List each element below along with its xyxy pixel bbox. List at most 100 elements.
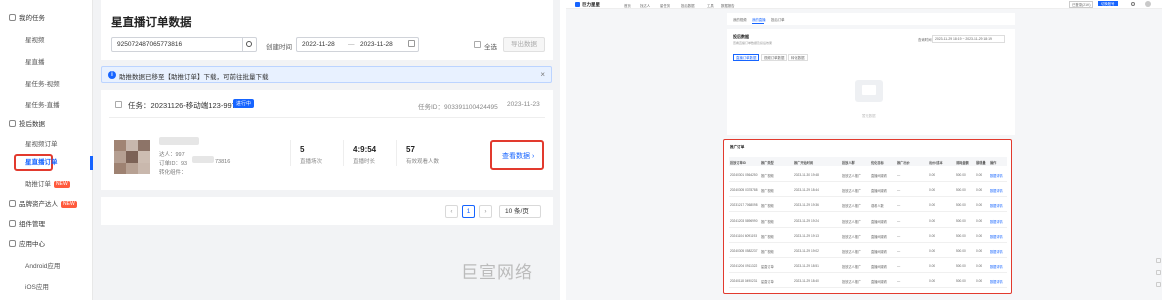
sidebar: 我的任务 星视频 星直播 星任务-视频 星任务-直播 投后数据 星视频订单 星直…: [0, 0, 93, 300]
date-filter-label: 创建时间: [266, 44, 292, 51]
table-cell: 0.00: [929, 218, 936, 223]
table-cell: 星直订单: [761, 265, 774, 270]
order-id-blurred: [192, 156, 214, 163]
select-all-checkbox[interactable]: [474, 41, 481, 48]
stat-label: 直播场次: [300, 159, 323, 165]
date-range-picker[interactable]: 2022-11-28 — 2023-11-28: [296, 37, 419, 52]
asset-icon: [9, 200, 16, 207]
switch-account-button[interactable]: 切换账号: [1098, 1, 1118, 6]
brand-name: 巨力星星: [582, 2, 600, 7]
table-cell: 0.00: [976, 188, 983, 193]
account-status[interactable]: 已登录(21K): [1069, 1, 1094, 8]
sidebar-group-brand-asset[interactable]: 品牌资产达人 NEW: [0, 197, 93, 213]
task-divider: [109, 117, 545, 118]
row-detail-link[interactable]: 数据详情: [990, 249, 1003, 254]
table-cell: 投放达人推广: [842, 174, 862, 178]
sidebar-item-video-orders[interactable]: 星视频订单: [0, 137, 93, 153]
avatar[interactable]: [1145, 1, 1151, 7]
close-icon[interactable]: ×: [540, 70, 545, 79]
row-detail-link[interactable]: 数据详情: [990, 203, 1003, 208]
view-data-button[interactable]: 查看数据 ›: [490, 140, 544, 170]
tab-my-video[interactable]: 我的视频: [733, 17, 747, 22]
row-detail-link[interactable]: 数据详情: [990, 188, 1003, 193]
table-cell: 星直订单: [761, 280, 774, 285]
side-tool-icon[interactable]: [1156, 270, 1161, 275]
row-detail-link[interactable]: 数据详情: [990, 219, 1003, 224]
sidebar-group-components[interactable]: 组件管理: [0, 217, 93, 233]
stat-value: 4:9:54: [353, 145, 377, 154]
row-detail-link[interactable]: 数据详情: [990, 234, 1003, 239]
row-detail-link[interactable]: 数据详情: [990, 279, 1003, 284]
subtab-video-orders[interactable]: 视频订单数据: [761, 54, 788, 61]
sidebar-item-ios[interactable]: iOS应用: [0, 280, 93, 296]
sidebar-group-app-center[interactable]: 应用中心: [0, 237, 93, 253]
prev-page-button[interactable]: ‹: [445, 205, 458, 218]
table-cell: 观看人数: [871, 204, 884, 209]
nav-item-tools[interactable]: 工具: [707, 3, 714, 8]
side-tool-icon[interactable]: [1156, 282, 1161, 287]
sidebar-item-star-task-video[interactable]: 星任务-视频: [0, 77, 93, 93]
export-button[interactable]: 导出数据: [503, 37, 545, 52]
row-detail-link[interactable]: 数据详情: [990, 264, 1003, 269]
subtab-live-orders[interactable]: 直播订单数据: [733, 54, 760, 61]
table-cell: 0.00: [976, 249, 983, 253]
sidebar-item-android[interactable]: Android应用: [0, 259, 93, 275]
table-cell: 20241203 5896990: [730, 218, 758, 223]
search-button[interactable]: [242, 38, 256, 51]
subtab-conversion[interactable]: 转化数据: [788, 54, 808, 61]
date-start: 2022-11-28: [302, 41, 335, 48]
table-cell: 投放达人推广: [842, 250, 862, 254]
nav-item-post-data[interactable]: 投后数据: [681, 3, 695, 8]
table-cell: 0.00: [976, 233, 983, 238]
nav-item-find-talent[interactable]: 找达人: [640, 3, 650, 8]
table-cell: 500.00: [956, 249, 966, 253]
empty-state-icon-inner: [862, 85, 876, 95]
nav-item-home[interactable]: 首页: [624, 3, 631, 8]
table-cell: 0.00: [929, 173, 936, 177]
page-1-button[interactable]: 1: [462, 205, 475, 218]
stat-divider: [396, 140, 397, 166]
sidebar-group-post-data[interactable]: 投后数据: [0, 117, 93, 133]
task-checkbox[interactable]: [115, 101, 122, 108]
table-cell: 20231217 7068098: [730, 203, 758, 208]
select-all-label: 全选: [484, 44, 497, 51]
table-cell: 500.00: [956, 279, 966, 284]
row-divider: [729, 272, 1007, 274]
search-value: 925072487065773816: [117, 41, 183, 48]
thumbnail-tile: [138, 151, 150, 163]
row-divider: [729, 241, 1007, 243]
row-divider: [729, 257, 1007, 258]
sidebar-item-star-live[interactable]: 星直播: [0, 55, 93, 71]
table-cell: 投放达人推广: [842, 265, 862, 270]
talent-line: 达人：997: [159, 152, 185, 158]
task-date: 2023-11-23: [507, 101, 540, 108]
tab-post-orders[interactable]: 投后订单: [771, 17, 785, 22]
nav-item-reports[interactable]: 数据报告: [721, 3, 735, 8]
tab-my-live[interactable]: 我的直播: [752, 17, 766, 22]
column-header: 推广出价: [897, 161, 910, 165]
side-tool-icon[interactable]: [1156, 258, 1161, 263]
panel-date-label: 查询时间: [918, 38, 932, 42]
page-size-select[interactable]: 10 条/页: [499, 205, 541, 218]
sidebar-item-boost-orders[interactable]: 助推订单 NEW: [0, 177, 93, 193]
stat-divider: [290, 140, 291, 166]
task-icon: [9, 14, 16, 21]
sidebar-item-live-orders[interactable]: 星直播订单: [0, 155, 93, 171]
table-cell: 推广视频: [761, 219, 774, 224]
banner-text: 助推数据已移至【助推订单】下载，可前往批量下载: [119, 74, 269, 81]
table-cell: 500.00: [956, 218, 966, 223]
thumbnail-tile: [138, 140, 150, 152]
search-input[interactable]: 925072487065773816: [111, 37, 257, 52]
settings-icon[interactable]: [1131, 2, 1135, 6]
new-badge: NEW: [61, 201, 77, 208]
next-page-button[interactable]: ›: [479, 205, 492, 218]
table-cell: 投放达人推广: [842, 189, 862, 194]
row-detail-link[interactable]: 数据详情: [990, 173, 1003, 178]
sidebar-group-my-tasks[interactable]: 我的任务: [0, 11, 93, 27]
panel-date-picker[interactable]: 2023-11-29 18:19 ~ 2023-11-29 18:19: [932, 35, 1005, 43]
nav-item-star-task[interactable]: 星任务: [660, 3, 670, 8]
chart-icon: [9, 120, 16, 127]
sidebar-item-star-video[interactable]: 星视频: [0, 33, 93, 49]
sidebar-item-star-task-live[interactable]: 星任务-直播: [0, 98, 93, 114]
order-id-line: 订单ID：93: [159, 161, 188, 167]
